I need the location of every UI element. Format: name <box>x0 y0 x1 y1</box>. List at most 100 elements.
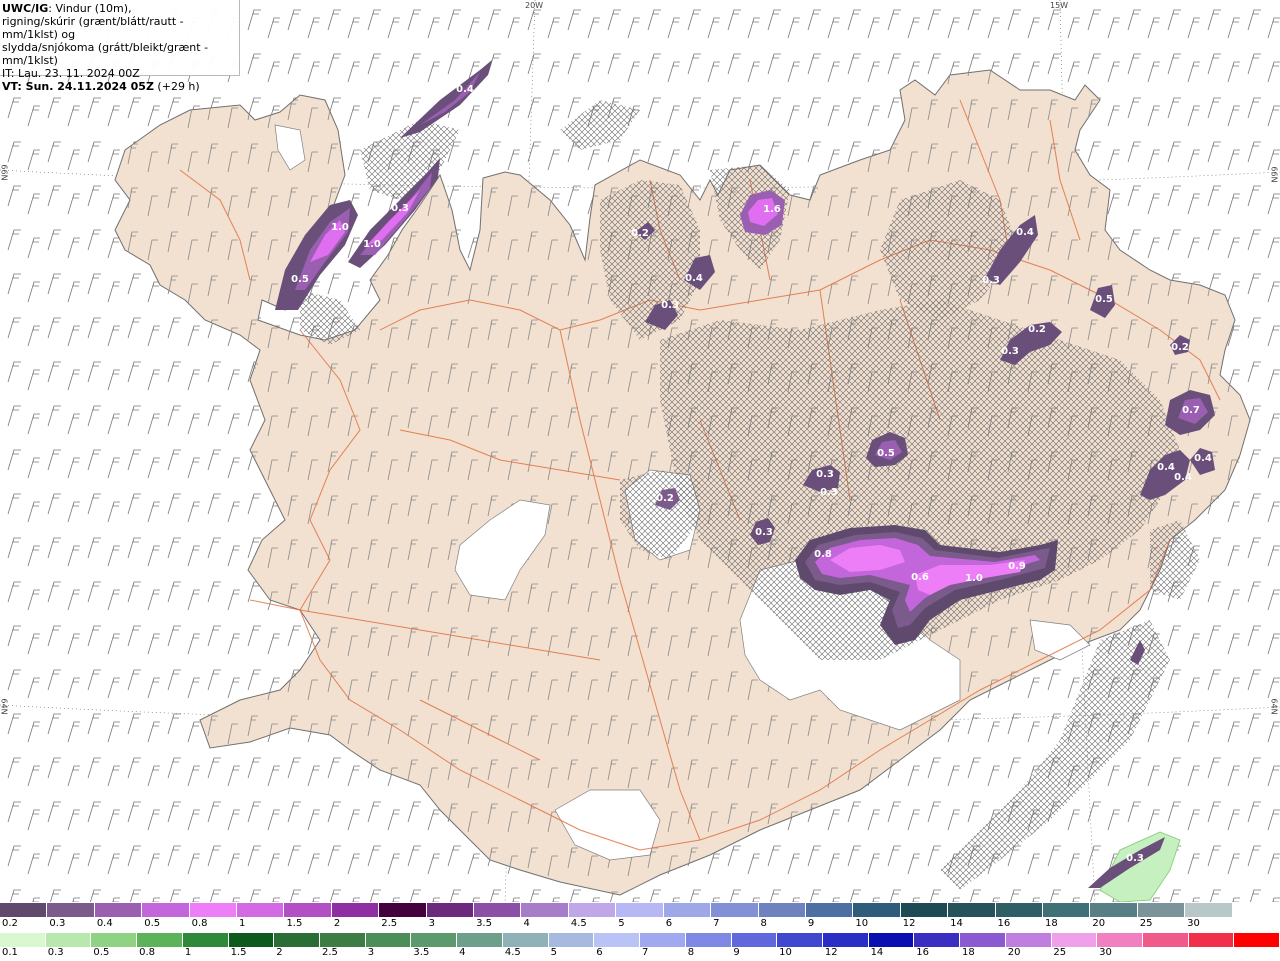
precip-value-label: 0.4 <box>1174 472 1192 483</box>
rain-legend-swatch <box>411 933 458 947</box>
precip-value-label: 0.2 <box>631 228 649 239</box>
snow-legend-swatch <box>521 903 569 917</box>
rain-legend-swatch <box>1005 933 1052 947</box>
rain-legend-swatch <box>45 933 92 947</box>
precip-value-label: 0.5 <box>877 448 895 459</box>
snow-legend-swatch <box>853 903 901 917</box>
info-title-line: UWC/IG: Vindur (10m), <box>2 2 239 15</box>
rain-legend-swatch <box>1097 933 1143 947</box>
rain-legend-label: 0.1 <box>2 947 18 958</box>
rain-legend-label: 6 <box>596 947 603 958</box>
rain-legend-swatch <box>685 933 732 947</box>
rain-legend-swatch <box>914 933 961 947</box>
product-name: UWC/IG <box>2 2 49 15</box>
precip-value-label: 1.0 <box>331 222 349 233</box>
precip-value-label: 0.8 <box>814 549 832 560</box>
snow-legend-swatch <box>1090 903 1138 917</box>
rain-legend-label: 30 <box>1099 947 1112 958</box>
grid-label-15w: 15W <box>1050 1 1069 10</box>
snow-legend-swatch <box>1137 903 1186 917</box>
rain-legend-label: 20 <box>1007 947 1021 958</box>
rain-legend-swatch <box>137 933 183 947</box>
rain-legend-label: 7 <box>642 947 649 958</box>
rain-legend-swatch <box>868 933 915 947</box>
rain-legend-swatch <box>502 933 549 947</box>
precip-value-label: 0.6 <box>911 572 929 583</box>
snow-legend-swatch <box>331 903 380 917</box>
snow-legend-swatch <box>616 903 664 917</box>
rain-legend-label: 12 <box>824 947 838 958</box>
precip-value-label: 0.2 <box>1028 324 1046 335</box>
rain-legend-swatch <box>457 933 503 947</box>
snow-legend-swatch <box>0 903 48 917</box>
snow-legend-swatch <box>474 903 522 917</box>
snow-legend-label: 25 <box>1139 918 1153 929</box>
snow-legend-label: 8 <box>760 918 767 929</box>
snow-legend-swatch <box>237 903 285 917</box>
snow-legend-swatch <box>948 903 996 917</box>
init-time: IT: Lau. 23. 11. 2024 00Z <box>2 67 140 80</box>
rain-legend-swatch <box>1234 933 1280 947</box>
snow-legend-label: 12 <box>902 918 916 929</box>
snow-legend-swatch <box>426 903 475 917</box>
snow-legend-label: 16 <box>997 918 1011 929</box>
precip-value-label: 0.4 <box>1194 453 1212 464</box>
grid-label-20w: 20W <box>525 1 544 10</box>
snow-legend-swatch <box>1185 903 1233 917</box>
snow-legend-label: 0.8 <box>191 918 208 929</box>
snow-legend-label: 10 <box>855 918 869 929</box>
precip-value-label: 0.9 <box>1008 561 1026 572</box>
precip-value-label: 0.5 <box>1095 294 1113 305</box>
precip-value-label: 1.6 <box>763 204 781 215</box>
color-legend: 0.2 0.3 0.4 0.5 0.8 1 1.5 2 2.5 3 3.5 4 4.5 5 6 7 8 9 10 12… <box>0 902 1280 960</box>
snow-legend-swatch <box>995 903 1043 917</box>
snow-color-bar <box>0 903 1280 917</box>
snow-legend-label: 18 <box>1044 918 1058 929</box>
snow-legend-swatch <box>663 903 712 917</box>
rain-legend-label: 5 <box>550 947 557 958</box>
rain-legend-label: 0.3 <box>47 947 64 958</box>
rain-legend-label: 2.5 <box>322 947 338 958</box>
rain-legend-label: 14 <box>870 947 884 958</box>
snow-legend-label: 20 <box>1092 918 1106 929</box>
info-box: UWC/IG: Vindur (10m), rigning/skúrir (gr… <box>0 0 240 93</box>
snow-legend-label: 30 <box>1187 918 1200 929</box>
rain-legend-swatch <box>594 933 641 947</box>
snow-legend-swatch <box>1042 903 1091 917</box>
rain-legend-swatch <box>1142 933 1189 947</box>
rain-legend-label: 8 <box>687 947 695 958</box>
snow-legend-swatch <box>94 903 143 917</box>
precip-value-label: 0.3 <box>982 275 1000 286</box>
rain-legend-swatch <box>822 933 869 947</box>
snow-legend-label: 1.5 <box>286 918 303 929</box>
snow-legend-label: 9 <box>807 918 815 929</box>
rain-legend-label: 3 <box>367 947 375 958</box>
rain-legend-label: 1 <box>184 947 192 958</box>
rain-color-bar <box>0 933 1280 947</box>
rain-legend-swatch <box>777 933 823 947</box>
grid-label-64n-left: 64N <box>0 698 9 715</box>
snow-legend-label: 4.5 <box>570 918 587 929</box>
rain-legend-swatch <box>640 933 686 947</box>
rain-scale-labels: 0.1 0.3 0.5 0.8 1 1.5 2 2.5 3 3.5 4 4.5 5 6 7 8 9 10 12 14 1… <box>0 947 1280 961</box>
rain-legend-swatch <box>228 933 275 947</box>
rain-legend-label: 10 <box>779 947 792 958</box>
precip-value-label: 0.2 <box>656 493 674 504</box>
snow-legend-swatch <box>758 903 806 917</box>
product-desc-2: rigning/skúrir (grænt/blátt/rautt - mm/1… <box>2 15 184 41</box>
precip-value-label: 0.5 <box>291 274 309 285</box>
precip-value-label: 0.3 <box>755 527 773 538</box>
snow-legend-label: 0.4 <box>96 918 113 929</box>
precip-value-label: 0.3 <box>1126 853 1144 864</box>
rain-legend-label: 16 <box>916 947 930 958</box>
snow-legend-swatch <box>568 903 617 917</box>
snow-legend-swatch <box>284 903 332 917</box>
snow-scale-labels: 0.2 0.3 0.4 0.5 0.8 1 1.5 2 2.5 3 3.5 4 4.5 5 6 7 8 9 10 12… <box>0 918 1280 932</box>
snow-legend-label: 0.3 <box>49 918 66 929</box>
product-desc-1: : Vindur (10m), <box>48 2 132 15</box>
precip-value-label: 0.2 <box>1171 342 1189 353</box>
rain-legend-swatch <box>320 933 366 947</box>
precip-value-label: 0.3 <box>1001 346 1019 357</box>
snow-legend-label: 0.2 <box>2 918 18 929</box>
rain-legend-swatch <box>91 933 138 947</box>
